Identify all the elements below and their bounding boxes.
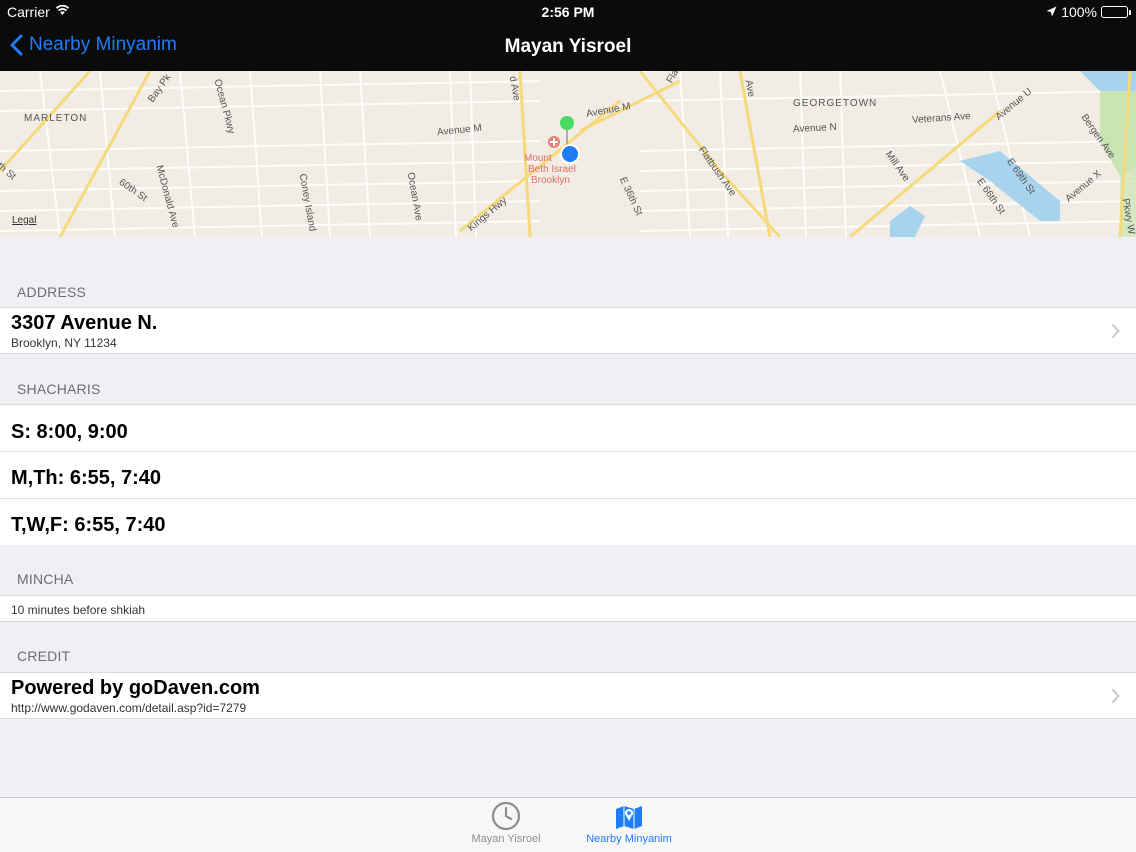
battery-percent: 100% xyxy=(1061,4,1097,20)
status-right: 100% xyxy=(1046,4,1131,20)
mincha-text: 10 minutes before shkiah xyxy=(11,603,146,617)
shacharis-time-tue-wed-fri: T,W,F: 6:55, 7:40 xyxy=(11,514,166,536)
battery-icon xyxy=(1101,6,1131,18)
map-icon xyxy=(616,806,642,829)
page-title: Mayan Yisroel xyxy=(504,36,632,57)
credit-title: Powered by goDaven.com xyxy=(11,677,260,699)
shacharis-row: M,Th: 6:55, 7:40 xyxy=(0,452,1136,498)
tab-bar: Mayan Yisroel Nearby Minyanim xyxy=(0,797,1136,852)
map-label-marleton: MARLETON xyxy=(24,113,88,124)
tab-label: Mayan Yisroel xyxy=(471,833,541,845)
navigation-bar: Nearby Minyanim Mayan Yisroel xyxy=(0,24,1136,71)
credit-url: http://www.godaven.com/detail.asp?id=727… xyxy=(11,701,247,715)
chevron-right-icon xyxy=(1111,688,1120,703)
tab-nearby-minyanim[interactable]: Nearby Minyanim xyxy=(574,801,684,845)
shacharis-list: S: 8:00, 9:00 M,Th: 6:55, 7:40 T,W,F: 6:… xyxy=(0,404,1136,545)
map-label-hospital-3: Brooklyn xyxy=(531,175,570,186)
status-bar: Carrier 2:56 PM 100% xyxy=(0,0,1136,24)
credit-cell[interactable]: Powered by goDaven.com http://www.godave… xyxy=(0,672,1136,719)
mincha-cell: 10 minutes before shkiah xyxy=(0,595,1136,622)
legal-link[interactable]: Legal xyxy=(12,215,36,226)
map-label-hospital-1: Mount xyxy=(524,153,552,164)
shacharis-row: T,W,F: 6:55, 7:40 xyxy=(0,499,1136,545)
section-header-credit: CREDIT xyxy=(17,648,71,664)
tab-label: Nearby Minyanim xyxy=(586,833,672,845)
section-header-shacharis: SHACHARIS xyxy=(17,381,101,397)
shacharis-time-mon-thu: M,Th: 6:55, 7:40 xyxy=(11,467,162,489)
map-label-hospital-2: Beth Israel xyxy=(528,164,576,175)
tab-mayan-yisroel[interactable]: Mayan Yisroel xyxy=(451,801,561,845)
status-time: 2:56 PM xyxy=(541,4,595,20)
chevron-right-icon xyxy=(1111,323,1120,338)
clock-icon xyxy=(491,801,521,831)
shacharis-row: S: 8:00, 9:00 xyxy=(0,405,1136,451)
section-header-mincha: MINCHA xyxy=(17,571,74,587)
shacharis-time-sunday: S: 8:00, 9:00 xyxy=(11,421,128,443)
map-label-georgetown: GEORGETOWN xyxy=(793,98,878,109)
map-label-avenue-n: Avenue N xyxy=(792,121,838,136)
address-street: 3307 Avenue N. xyxy=(11,312,158,334)
address-city: Brooklyn, NY 11234 xyxy=(11,336,117,350)
address-cell[interactable]: 3307 Avenue N. Brooklyn, NY 11234 xyxy=(0,307,1136,354)
section-header-address: ADDRESS xyxy=(17,284,87,300)
map-view[interactable]: MARLETON GEORGETOWN Avenue M Avenue M Av… xyxy=(0,71,1136,237)
location-arrow-icon xyxy=(1046,4,1057,20)
